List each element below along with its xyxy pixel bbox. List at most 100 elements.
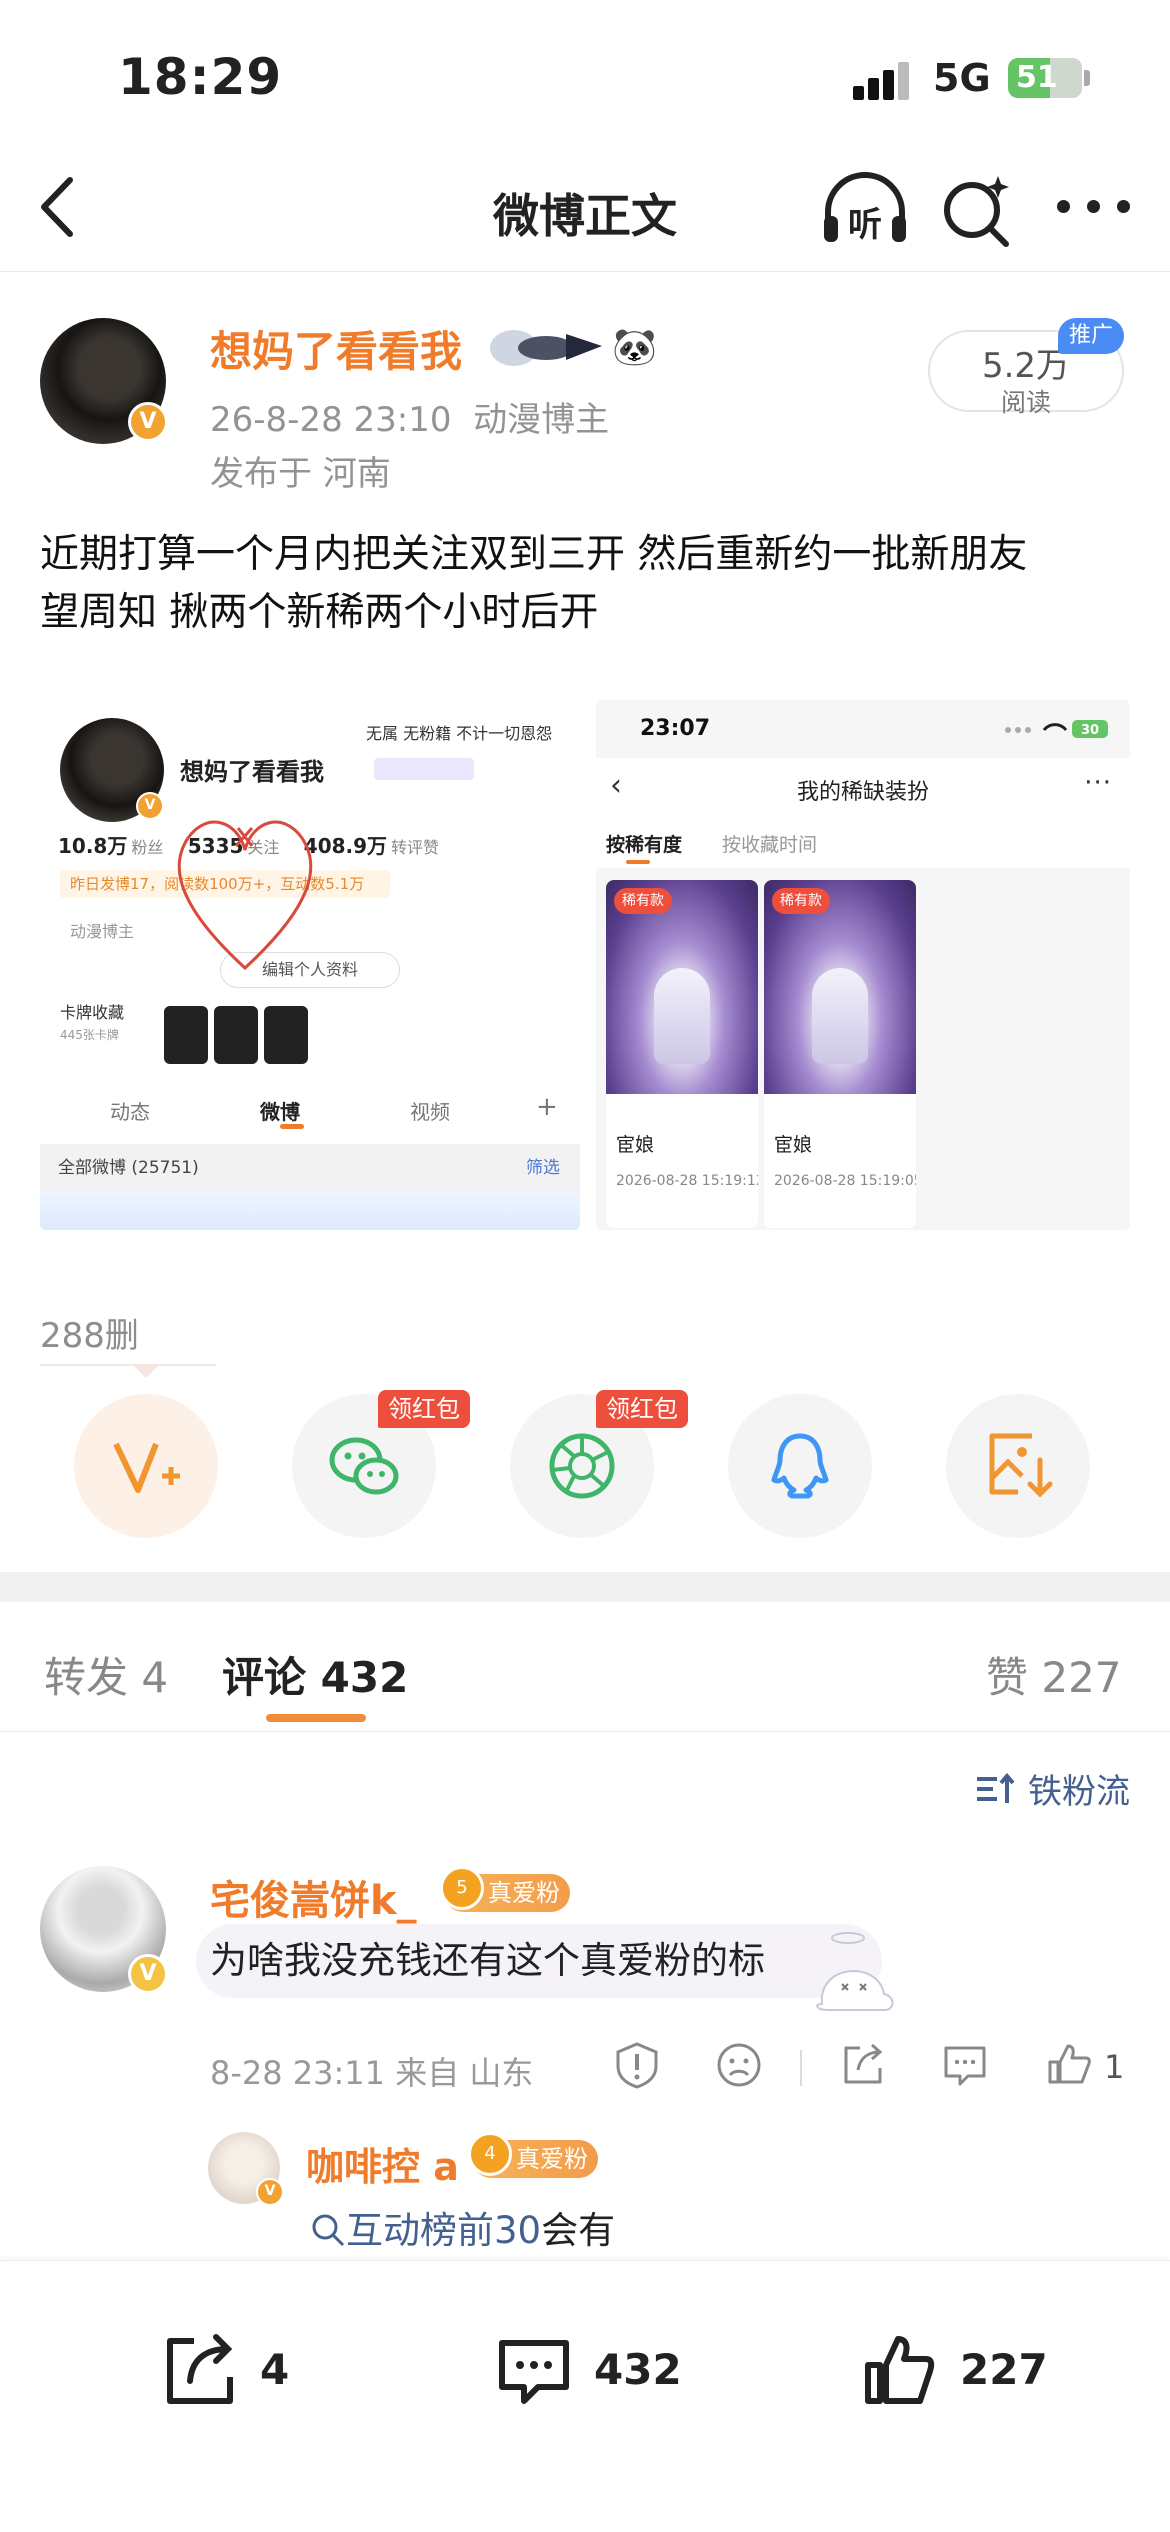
hongbao-label[interactable]: 领红包 bbox=[378, 1390, 470, 1428]
tab-indicator bbox=[266, 1714, 366, 1722]
post-text-line: 近期打算一个月内把关注双到三开 然后重新约一批新朋友 bbox=[40, 532, 1028, 577]
sort-indicator bbox=[626, 860, 650, 864]
comment-icon bbox=[499, 2340, 569, 2404]
save-image-button[interactable] bbox=[946, 1394, 1090, 1538]
more-icon[interactable] bbox=[1055, 194, 1131, 218]
rarity-badge: 稀有款 bbox=[772, 888, 830, 914]
comment-like-count: 1 bbox=[1104, 2048, 1125, 2086]
post-image-collection[interactable]: 23:07 30 ‹ 我的稀缺装扮 ··· 按稀有度 按收藏时间 稀有款 宦娘 … bbox=[596, 700, 1130, 1230]
listen-label: 听 bbox=[848, 205, 882, 245]
qq-icon bbox=[771, 1433, 829, 1499]
promo-badge[interactable]: 推广 bbox=[1058, 318, 1124, 354]
card-icon bbox=[164, 1006, 208, 1064]
card-title: 卡牌收藏 bbox=[60, 1003, 125, 1022]
save-image-icon bbox=[989, 1433, 1053, 1498]
bottom-comment-count: 432 bbox=[594, 2345, 682, 2394]
fans-label: 粉丝 bbox=[131, 838, 164, 857]
hand-drawn-heart bbox=[177, 820, 313, 971]
fan-badge[interactable]: 5 真爱粉 bbox=[440, 1866, 570, 1912]
post-meta: 26-8-28 23:10 动漫博主 bbox=[210, 392, 609, 441]
bottom-repost-count: 4 bbox=[260, 2345, 290, 2394]
card-count: 445张卡牌 bbox=[60, 1028, 119, 1042]
sort-by-rarity: 按稀有度 bbox=[606, 834, 683, 856]
fan-badge[interactable]: 4 真爱粉 bbox=[468, 2132, 598, 2178]
all-weibo-count: 全部微博 (25751) bbox=[58, 1158, 199, 1178]
crown-icon: 4 bbox=[468, 2132, 512, 2176]
fans-count: 10.8万 bbox=[58, 834, 128, 858]
rarity-badge: 稀有款 bbox=[614, 888, 672, 914]
item-figure bbox=[654, 968, 710, 1064]
commenter-name[interactable]: 宅俊嵩饼k_ bbox=[210, 1868, 417, 1926]
tab-repost[interactable]: 转发 4 bbox=[44, 1644, 168, 1705]
verified-badge-icon: V bbox=[128, 402, 168, 442]
collection-status-time: 23:07 bbox=[640, 716, 711, 741]
profile-tab: 微博 bbox=[260, 1100, 300, 1124]
tab-comment[interactable]: 评论 432 bbox=[222, 1644, 408, 1705]
reply-keyword-link[interactable]: 互动榜前30 bbox=[346, 2209, 541, 2252]
nav-bar: 微博正文 听 bbox=[0, 150, 1170, 272]
card-icon bbox=[264, 1006, 308, 1064]
collection-status-icons: 30 bbox=[1005, 720, 1108, 738]
interaction-tabs: 转发 4 评论 432 赞 227 bbox=[0, 1602, 1170, 1732]
qq-share-button[interactable] bbox=[728, 1394, 872, 1538]
report-icon[interactable] bbox=[612, 2040, 662, 2090]
like-icon[interactable] bbox=[1044, 2040, 1094, 2090]
profile-name: 想妈了看看我 bbox=[180, 758, 324, 786]
tab-comment-count: 432 bbox=[320, 1653, 409, 1702]
hongbao-label[interactable]: 领红包 bbox=[596, 1390, 688, 1428]
sort-fan-flow[interactable]: 铁粉流 bbox=[975, 1764, 1130, 1813]
battery-level: 51 bbox=[1016, 60, 1058, 95]
profile-tag: 动漫博主 bbox=[70, 922, 135, 941]
likes-label: 转评赞 bbox=[391, 838, 440, 857]
ai-search-icon[interactable] bbox=[940, 172, 1014, 248]
verified-badge-icon: V bbox=[256, 2178, 284, 2206]
vplus-share-button[interactable] bbox=[74, 1394, 218, 1538]
author-tag: 动漫博主 bbox=[473, 400, 610, 440]
bottom-like-button[interactable]: 227 bbox=[860, 2331, 1048, 2411]
profile-tab: 视频 bbox=[410, 1100, 450, 1124]
sort-by-time: 按收藏时间 bbox=[722, 834, 818, 856]
bottom-repost-button[interactable]: 4 bbox=[160, 2331, 289, 2411]
fan-badge-label: 真爱粉 bbox=[516, 2145, 588, 2173]
item-date: 2026-08-28 15:19:12 获得 bbox=[616, 1173, 758, 1189]
vip-badge-icon bbox=[374, 758, 474, 780]
comment-share-icon[interactable] bbox=[838, 2040, 888, 2090]
tab-like[interactable]: 赞 227 bbox=[986, 1644, 1122, 1705]
bottom-comment-button[interactable]: 432 bbox=[494, 2331, 682, 2411]
listen-icon[interactable]: 听 bbox=[820, 170, 910, 250]
post-text-line: 望周知 揪两个新稀两个小时后开 bbox=[40, 590, 599, 635]
reply-text: 互动榜前30会有 bbox=[310, 2200, 615, 2254]
author-name[interactable]: 想妈了看看我 bbox=[210, 318, 462, 379]
verified-badge-icon: V bbox=[128, 1954, 168, 1994]
status-bar: 18:29 5G 51 bbox=[0, 0, 1170, 150]
item-date: 2026-08-28 15:19:05 获得 bbox=[774, 1173, 916, 1189]
meta-divider bbox=[800, 2050, 802, 2086]
card-icon bbox=[214, 1006, 258, 1064]
reply-icon[interactable] bbox=[940, 2040, 990, 2090]
profile-tab-indicator bbox=[280, 1124, 304, 1129]
filter-label: 筛选 bbox=[526, 1158, 560, 1178]
collection-title: 我的稀缺装扮 bbox=[796, 780, 929, 805]
wechat-icon bbox=[329, 1437, 399, 1495]
fan-badge-label: 真爱粉 bbox=[488, 1879, 560, 1907]
bottom-like-count: 227 bbox=[960, 2345, 1048, 2394]
decoration-badge-icon bbox=[490, 330, 602, 366]
post-image-profile[interactable]: V 想妈了看看我 无属 无粉籍 不计一切恩怨 10.8万 粉丝 5335 关注 40… bbox=[40, 700, 580, 1230]
reply-user[interactable]: 咖啡控 a bbox=[306, 2136, 459, 2191]
search-icon bbox=[312, 2214, 345, 2247]
post-location: 发布于 河南 bbox=[210, 454, 391, 494]
network-type: 5G bbox=[933, 56, 991, 100]
collection-item: 稀有款 宦娘 2026-08-28 15:19:05 获得 bbox=[764, 880, 916, 1228]
edit-count[interactable]: 288删 bbox=[40, 1308, 139, 1357]
cover-strip bbox=[40, 1192, 580, 1230]
comment-meta: 8-28 23:11 来自 山东 bbox=[210, 2054, 534, 2092]
ghost-sticker-icon bbox=[816, 1932, 894, 2011]
sort-fan-flow-label: 铁粉流 bbox=[1028, 1772, 1130, 1812]
signal-icon bbox=[853, 60, 913, 100]
profile-tags: 无属 无粉籍 不计一切恩怨 bbox=[366, 724, 553, 743]
item-name: 宦娘 bbox=[774, 1134, 813, 1156]
like-thumb-icon bbox=[865, 2336, 935, 2404]
all-weibo-bar: 全部微博 (25751) 筛选 bbox=[40, 1144, 580, 1192]
dislike-icon[interactable] bbox=[714, 2040, 764, 2090]
repost-icon bbox=[167, 2334, 233, 2404]
